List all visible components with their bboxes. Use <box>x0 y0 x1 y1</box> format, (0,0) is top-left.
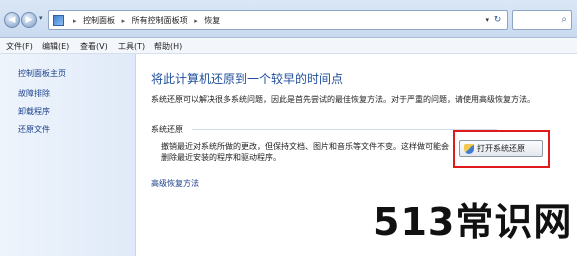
address-dropdown-icon[interactable]: ▾ <box>485 16 489 24</box>
back-button[interactable]: ◀ <box>4 12 20 28</box>
forward-arrow-icon: ▶ <box>25 15 33 25</box>
section-divider <box>192 129 497 130</box>
search-input[interactable]: ⌕ <box>512 10 572 30</box>
search-icon: ⌕ <box>561 14 567 25</box>
refresh-icon: ↻ <box>493 15 502 25</box>
address-bar[interactable]: ▸ 控制面板 ▸ 所有控制面板项 ▸ 恢复 ▾ ↻ <box>48 10 508 30</box>
sidebar-item-restore-files[interactable]: 还原文件 <box>18 124 50 135</box>
control-panel-icon <box>53 15 64 26</box>
page-description: 系统还原可以解决很多系统问题，因此是首先尝试的最佳恢复方法。对于严重的问题，请使… <box>151 95 535 104</box>
breadcrumb: ▸ 控制面板 ▸ 所有控制面板项 ▸ 恢复 <box>69 15 220 26</box>
refresh-button[interactable]: ↻ <box>491 14 504 27</box>
advanced-recovery-link[interactable]: 高级恢复方法 <box>151 178 199 189</box>
page-title: 将此计算机还原到一个较早的时间点 <box>151 72 344 86</box>
watermark: 513常识网 <box>373 200 573 244</box>
menu-edit[interactable]: 编辑(E) <box>42 41 69 52</box>
sidebar-item-control-panel-home[interactable]: 控制面板主页 <box>18 68 66 79</box>
forward-button[interactable]: ▶ <box>21 12 37 28</box>
left-nav-pane: 控制面板主页 故障排除 卸载程序 还原文件 <box>0 54 136 256</box>
breadcrumb-control-panel[interactable]: 控制面板 <box>83 16 115 25</box>
breadcrumb-all-items[interactable]: 所有控制面板项 <box>132 16 188 25</box>
open-system-restore-label: 打开系统还原 <box>477 144 525 153</box>
breadcrumb-recovery[interactable]: 恢复 <box>204 16 220 25</box>
menu-view[interactable]: 查看(V) <box>80 41 108 52</box>
back-arrow-icon: ◀ <box>8 15 16 25</box>
recent-pages-dropdown[interactable]: ▾ <box>39 14 43 22</box>
sidebar-item-troubleshooting[interactable]: 故障排除 <box>18 88 50 99</box>
breadcrumb-separator-icon: ▸ <box>73 17 77 25</box>
sidebar-item-uninstall[interactable]: 卸载程序 <box>18 106 50 117</box>
open-system-restore-button[interactable]: 打开系统还原 <box>459 140 543 157</box>
address-row: ◀ ▶ ▾ ▸ 控制面板 ▸ 所有控制面板项 ▸ 恢复 ▾ ↻ ⌕ <box>0 0 577 38</box>
uac-shield-icon <box>464 144 474 154</box>
menu-bar: 文件(F) 编辑(E) 查看(V) 工具(T) 帮助(H) <box>0 38 577 54</box>
breadcrumb-separator-icon: ▸ <box>194 17 198 25</box>
menu-tools[interactable]: 工具(T) <box>118 41 145 52</box>
breadcrumb-separator-icon: ▸ <box>121 17 126 25</box>
menu-help[interactable]: 帮助(H) <box>154 41 182 52</box>
section-description: 撤销最近对系统所做的更改，但保持文档、图片和音乐等文件不变。这样做可能会删除最近… <box>161 142 449 162</box>
menu-file[interactable]: 文件(F) <box>6 41 33 52</box>
section-title: 系统还原 <box>151 125 183 134</box>
